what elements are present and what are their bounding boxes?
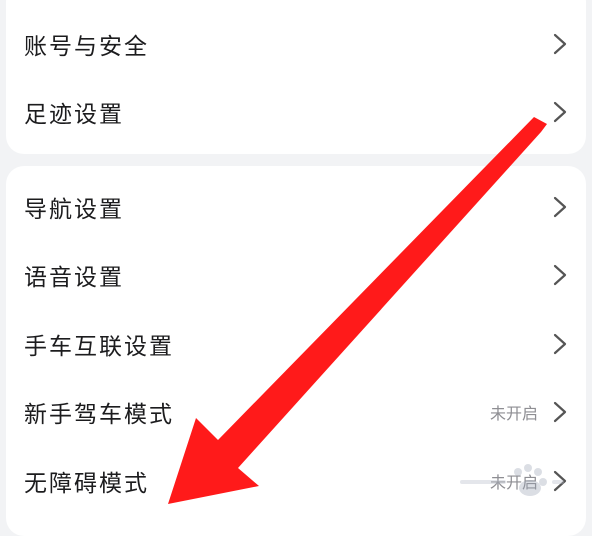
novice-driving-mode-status: 未开启 xyxy=(489,404,538,423)
footprint-settings-row[interactable]: 足迹设置 xyxy=(6,78,586,146)
navigation-settings-label: 导航设置 xyxy=(24,197,124,223)
voice-settings-row[interactable]: 语音设置 xyxy=(6,241,586,309)
chevron-right-icon xyxy=(552,33,568,55)
general-settings-card: 导航设置 语音设置 手车互联设置 新手驾车模式 未开启 无障碍模式 未开启 xyxy=(6,166,586,536)
chevron-right-icon xyxy=(552,333,568,355)
accessibility-mode-label: 无障碍模式 xyxy=(24,471,149,497)
navigation-settings-row[interactable]: 导航设置 xyxy=(6,173,586,241)
account-security-row[interactable]: 账号与安全 xyxy=(6,10,586,78)
accessibility-mode-row[interactable]: 无障碍模式 未开启 xyxy=(6,447,586,515)
footprint-settings-label: 足迹设置 xyxy=(24,102,124,128)
phone-car-link-settings-row[interactable]: 手车互联设置 xyxy=(6,310,586,378)
novice-driving-mode-row[interactable]: 新手驾车模式 未开启 xyxy=(6,378,586,446)
phone-car-link-settings-label: 手车互联设置 xyxy=(24,334,174,360)
chevron-right-icon xyxy=(552,470,568,492)
account-settings-card: 账号与安全 足迹设置 xyxy=(6,0,586,154)
chevron-right-icon xyxy=(552,101,568,123)
chevron-right-icon xyxy=(552,401,568,423)
chevron-right-icon xyxy=(552,196,568,218)
account-security-label: 账号与安全 xyxy=(24,34,149,60)
voice-settings-label: 语音设置 xyxy=(24,265,124,291)
accessibility-mode-status: 未开启 xyxy=(489,473,538,492)
chevron-right-icon xyxy=(552,264,568,286)
novice-driving-mode-label: 新手驾车模式 xyxy=(24,402,174,428)
